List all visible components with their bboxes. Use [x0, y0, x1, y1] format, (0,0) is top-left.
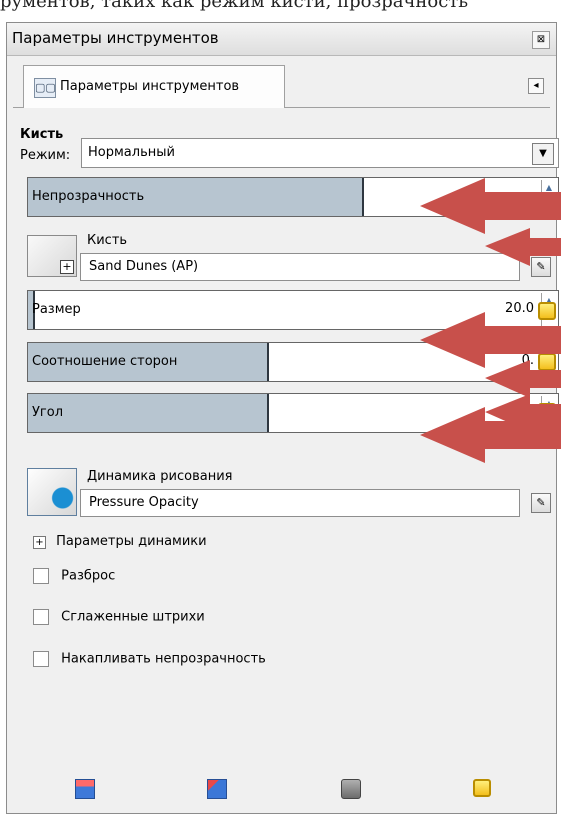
angle-slider-fill: [28, 394, 269, 432]
tool-options-icon: ▢▢: [34, 78, 56, 98]
aspect-ratio-slider[interactable]: Соотношение сторон 0. ▲▼: [27, 342, 559, 382]
chevron-down-icon[interactable]: ▼: [532, 143, 554, 165]
size-slider[interactable]: Размер 20.0 ▲▼: [27, 290, 559, 330]
tab-menu-icon[interactable]: ◂: [528, 78, 544, 94]
paint-dynamics-icon[interactable]: [27, 468, 77, 516]
tab-bar: ▢▢ Параметры инструментов ◂: [13, 65, 550, 108]
size-label: Размер: [32, 302, 81, 317]
tab-tool-options[interactable]: ▢▢ Параметры инструментов: [23, 65, 285, 108]
close-icon[interactable]: ⊠: [532, 31, 550, 49]
smooth-strokes-checkbox[interactable]: [33, 609, 49, 625]
brush-label: Кисть: [87, 233, 128, 248]
aspect-ratio-label: Соотношение сторон: [32, 354, 178, 369]
brush-name-field[interactable]: Sand Dunes (AP): [80, 253, 520, 281]
mode-value: Нормальный: [88, 145, 175, 160]
size-value: 20.0: [505, 301, 534, 316]
brush-preview-icon[interactable]: +: [27, 235, 77, 277]
opacity-label: Непрозрачность: [32, 189, 145, 204]
dynamics-options-label: Параметры динамики: [56, 534, 207, 549]
accumulate-opacity-checkbox-row[interactable]: Накапливать непрозрачность: [33, 651, 266, 667]
reset-options-icon[interactable]: [473, 779, 491, 797]
reset-aspect-icon[interactable]: [538, 353, 556, 371]
scatter-label: Разброс: [61, 568, 116, 584]
document-fragment-text: рументов, таких как режим кисти, прозрач…: [0, 0, 469, 11]
paint-dynamics-field[interactable]: Pressure Opacity: [80, 489, 520, 517]
smooth-strokes-label: Сглаженные штрихи: [61, 609, 205, 625]
mode-select[interactable]: Нормальный ▼: [81, 138, 559, 168]
scatter-checkbox-row[interactable]: Разброс: [33, 568, 115, 584]
scatter-checkbox[interactable]: [33, 568, 49, 584]
smooth-strokes-checkbox-row[interactable]: Сглаженные штрихи: [33, 609, 205, 625]
window-title: Параметры инструментов: [12, 29, 219, 47]
plus-icon[interactable]: +: [60, 260, 74, 274]
angle-value: 0.: [521, 404, 534, 419]
delete-options-icon[interactable]: [341, 779, 361, 799]
aspect-ratio-value: 0.: [521, 353, 534, 368]
bottom-toolbar: [7, 763, 556, 813]
reset-size-icon[interactable]: [538, 302, 556, 320]
window-titlebar: Параметры инструментов ⊠: [7, 23, 556, 56]
paint-dynamics-label: Динамика рисования: [87, 469, 233, 484]
restore-options-icon[interactable]: [207, 779, 227, 799]
dynamics-options-expander[interactable]: + Параметры динамики: [33, 534, 207, 549]
accumulate-opacity-checkbox[interactable]: [33, 651, 49, 667]
tab-label: Параметры инструментов: [60, 79, 240, 94]
accumulate-opacity-label: Накапливать непрозрачность: [61, 651, 266, 667]
expand-plus-icon[interactable]: +: [33, 536, 46, 549]
angle-label: Угол: [32, 405, 64, 420]
opacity-spinner-icon[interactable]: ▲ ▼: [541, 180, 556, 214]
mode-label: Режим:: [20, 148, 71, 163]
opacity-slider[interactable]: Непрозрачность ▲ ▼: [27, 177, 559, 217]
tool-options-window: Параметры инструментов ⊠ ▢▢ Параметры ин…: [6, 22, 559, 814]
edit-icon[interactable]: ✎: [531, 257, 551, 277]
reset-angle-icon[interactable]: [538, 403, 556, 421]
brush-section-title: Кисть: [20, 127, 64, 142]
angle-slider[interactable]: Угол 0. ▲▼: [27, 393, 559, 433]
save-options-icon[interactable]: [75, 779, 95, 799]
paint-dynamics-value: Pressure Opacity: [89, 495, 199, 510]
edit-dynamics-icon[interactable]: ✎: [531, 493, 551, 513]
brush-name-value: Sand Dunes (AP): [89, 259, 199, 274]
